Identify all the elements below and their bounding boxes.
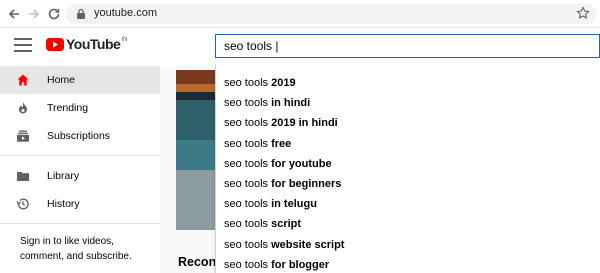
signin-prompt: Sign in to like videos, comment, and sub… <box>20 236 132 262</box>
sidebar-item-history[interactable]: History <box>0 190 160 218</box>
menu-icon[interactable] <box>14 38 32 52</box>
reload-icon <box>48 8 60 20</box>
suggestion-prefix: seo tools <box>224 177 272 190</box>
youtube-logo[interactable]: YouTube IN <box>46 36 127 52</box>
youtube-play-icon <box>46 37 64 51</box>
suggestion-item[interactable]: seo tools for beginners <box>216 174 600 194</box>
suggestion-prefix: seo tools <box>224 157 272 170</box>
search-suggestions: seo tools 2019 seo tools in hindi seo to… <box>215 64 600 273</box>
suggestion-completion: for youtube <box>271 157 332 170</box>
suggestion-prefix: seo tools <box>224 137 272 150</box>
suggestion-item[interactable]: seo tools website script <box>216 235 600 255</box>
sidebar-item-trending[interactable]: Trending <box>0 94 160 122</box>
suggestion-completion: 2019 in hindi <box>271 117 338 130</box>
forward-button[interactable] <box>24 4 44 24</box>
folder-icon <box>16 169 30 183</box>
logo-country-code: IN <box>121 37 128 43</box>
subscriptions-icon <box>16 129 30 143</box>
section-title: Recon <box>178 255 217 269</box>
suggestion-item[interactable]: seo tools 2019 <box>216 73 600 93</box>
sidebar-item-label: Library <box>47 170 80 182</box>
sidebar-divider <box>0 155 160 156</box>
sidebar-item-label: Home <box>47 74 76 86</box>
suggestion-item[interactable]: seo tools in hindi <box>216 93 600 113</box>
sidebar: Home Trending Subscriptions Library Hist… <box>0 66 160 273</box>
suggestion-item[interactable]: seo tools free <box>216 134 600 154</box>
sidebar-item-home[interactable]: Home <box>0 66 160 94</box>
search-box[interactable] <box>215 34 600 58</box>
suggestion-prefix: seo tools <box>224 218 272 231</box>
suggestion-completion: free <box>271 137 292 150</box>
youtube-header: YouTube IN <box>0 28 600 66</box>
sidebar-item-subscriptions[interactable]: Subscriptions <box>0 122 160 150</box>
flame-icon <box>16 101 30 115</box>
history-icon <box>16 197 30 211</box>
suggestion-completion: script <box>271 218 302 231</box>
sidebar-item-label: Subscriptions <box>47 130 111 142</box>
sidebar-divider <box>0 223 160 224</box>
search-input[interactable] <box>216 35 599 57</box>
suggestion-completion: for blogger <box>271 258 330 271</box>
suggestion-completion: website script <box>271 238 345 251</box>
home-icon <box>16 73 30 87</box>
suggestion-prefix: seo tools <box>224 117 272 130</box>
url-text: youtube.com <box>94 7 157 19</box>
suggestion-item[interactable]: seo tools 2019 in hindi <box>216 113 600 133</box>
suggestion-prefix: seo tools <box>224 77 272 89</box>
suggestion-item[interactable]: seo tools script <box>216 214 600 234</box>
suggestion-prefix: seo tools <box>224 198 272 211</box>
suggestion-completion: 2019 <box>271 77 296 89</box>
logo-text: YouTube <box>66 36 121 52</box>
suggestion-item[interactable]: seo tools in telugu <box>216 194 600 214</box>
forward-arrow-icon <box>29 9 40 19</box>
suggestion-item[interactable]: seo tools for youtube <box>216 154 600 174</box>
suggestion-completion: in telugu <box>271 198 317 211</box>
video-thumbnail[interactable] <box>176 70 216 230</box>
suggestion-prefix: seo tools <box>224 258 272 271</box>
back-arrow-icon <box>8 9 19 19</box>
suggestion-item[interactable]: seo tools for blogger <box>216 255 600 273</box>
lock-icon <box>77 8 85 19</box>
bookmark-star-icon[interactable] <box>576 6 590 20</box>
suggestion-completion: in hindi <box>271 97 311 110</box>
reload-button[interactable] <box>44 4 64 24</box>
sidebar-item-library[interactable]: Library <box>0 162 160 190</box>
address-bar[interactable]: youtube.com <box>66 4 596 24</box>
sidebar-item-label: Trending <box>47 102 89 114</box>
suggestion-completion: for beginners <box>271 177 342 190</box>
browser-toolbar: youtube.com <box>0 0 600 28</box>
back-button[interactable] <box>4 4 24 24</box>
suggestion-prefix: seo tools <box>224 97 272 110</box>
sidebar-item-label: History <box>47 198 80 210</box>
suggestion-prefix: seo tools <box>224 238 272 251</box>
